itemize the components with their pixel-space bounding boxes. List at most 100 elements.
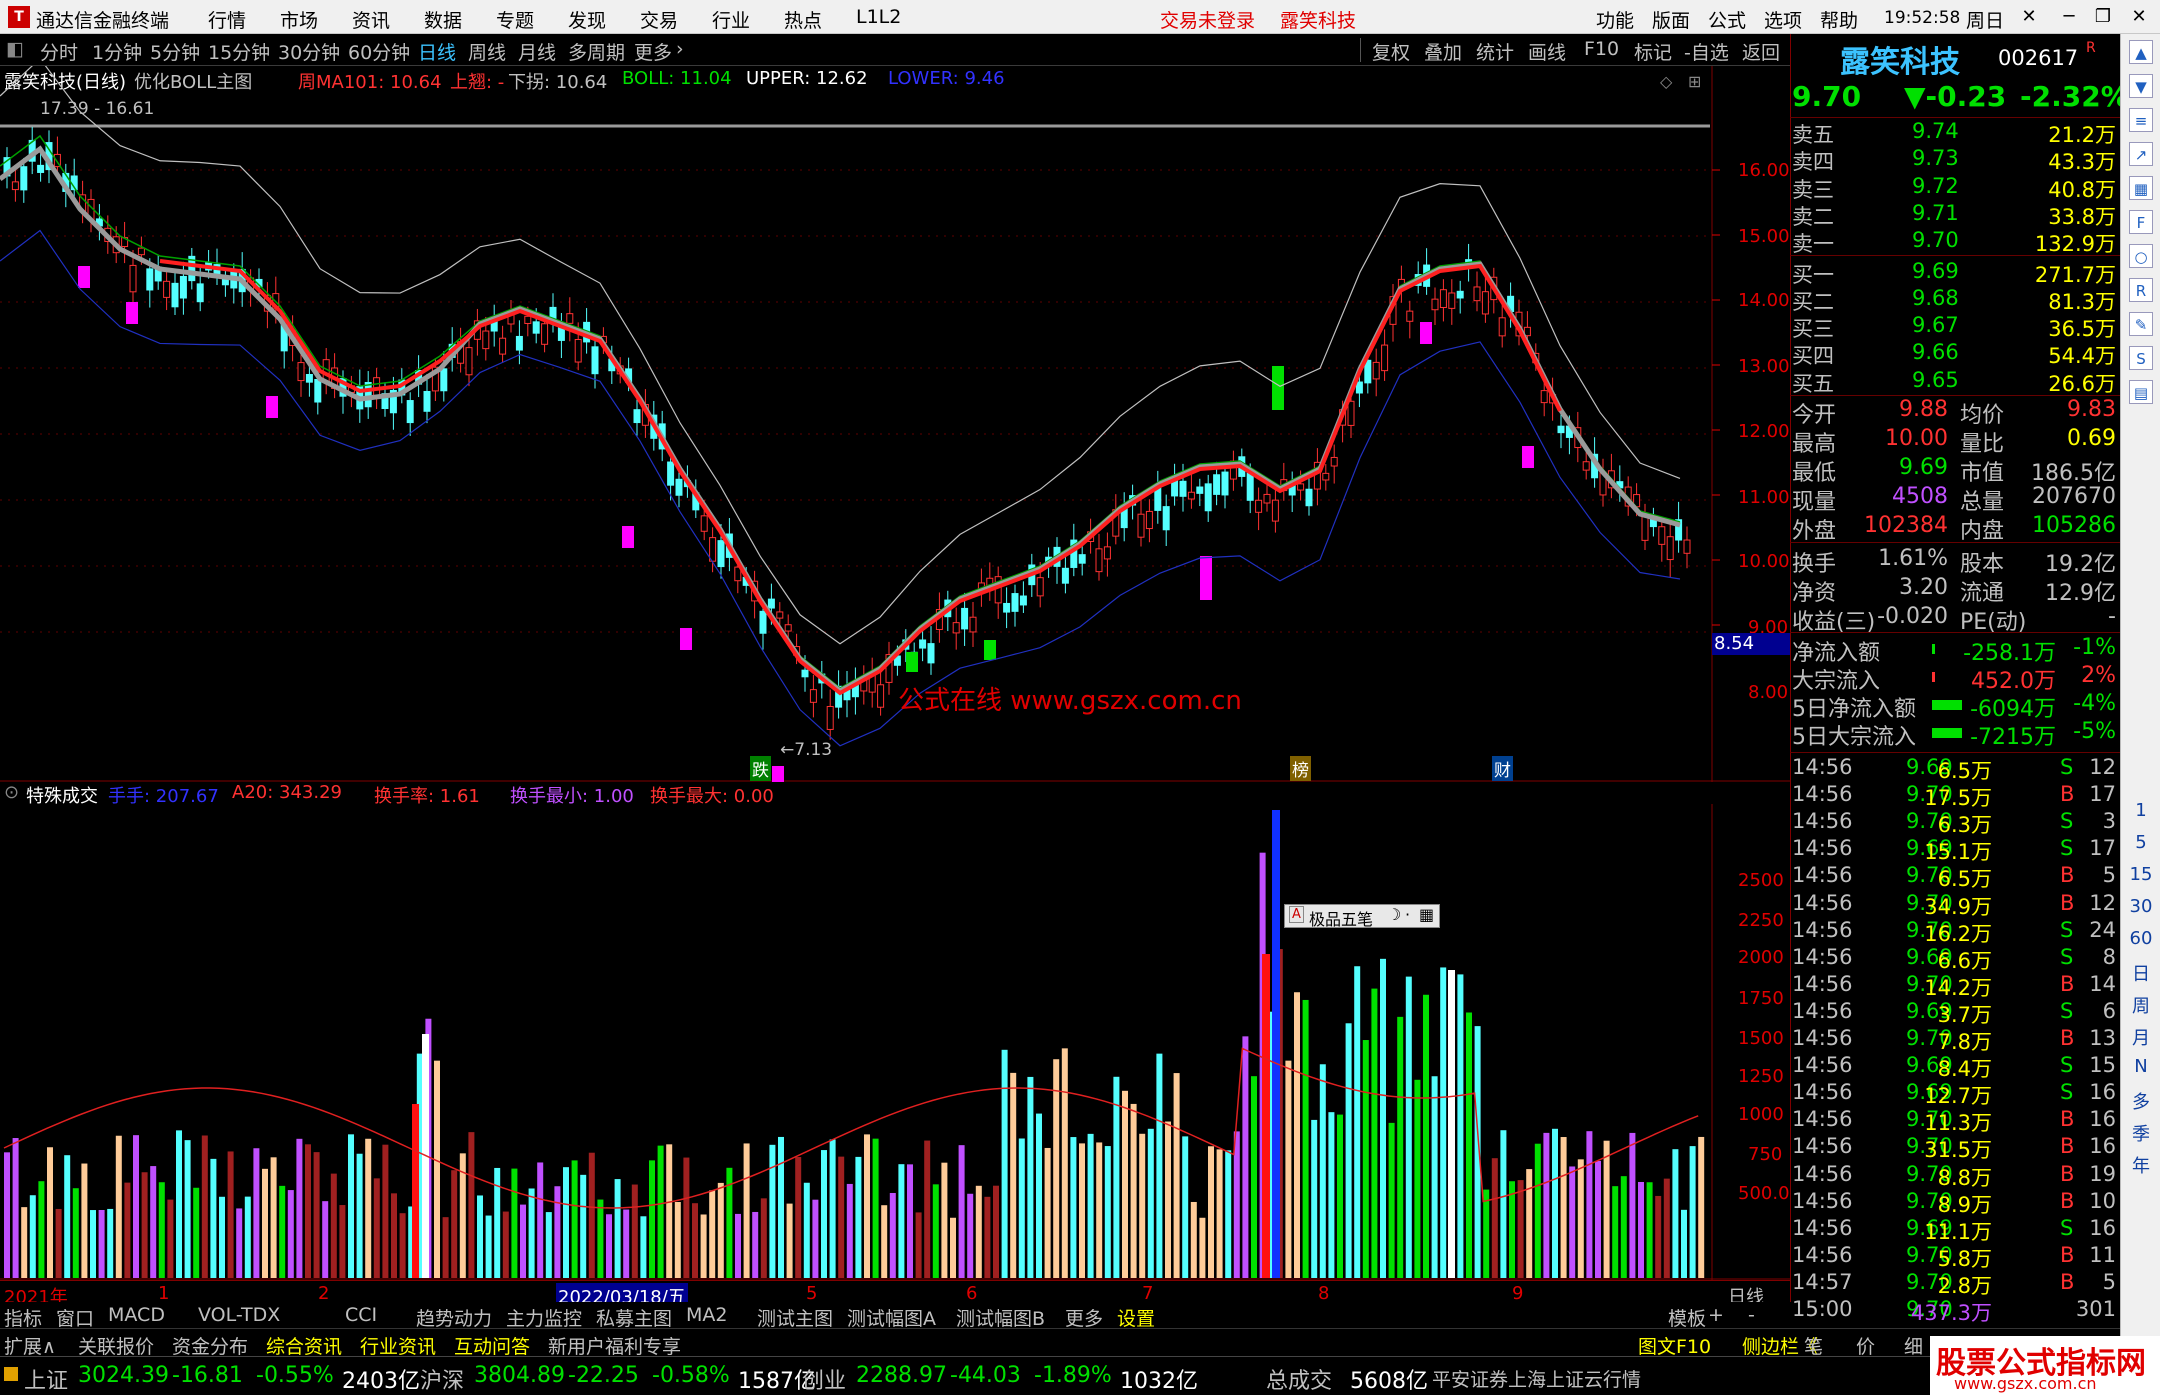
period-tab[interactable]: 多周期 — [568, 38, 625, 65]
period-tab[interactable]: 60分钟 — [348, 38, 410, 65]
period-tab-active[interactable]: 日线 — [418, 38, 456, 65]
bid-row[interactable]: 买五 9.65 26.6万 — [1790, 368, 2120, 396]
template-tab[interactable]: 模板 — [1668, 1304, 1706, 1331]
menu-item[interactable]: 行业 — [712, 6, 750, 33]
flow-row[interactable]: 大宗流入 452.0万 2% — [1790, 663, 2120, 694]
event-marker[interactable]: 跌 — [750, 756, 771, 781]
bottom-link[interactable]: 关联报价 — [78, 1332, 154, 1359]
ime-dot-icon[interactable]: · — [1405, 905, 1410, 924]
sidebar-period[interactable]: 15 — [2129, 864, 2153, 885]
panel-tab[interactable]: 价 — [1856, 1332, 1875, 1359]
arrow-down-icon[interactable]: ▼ — [2129, 74, 2153, 98]
period-tab[interactable]: 分时 — [40, 38, 78, 65]
template-tab[interactable]: + — [1708, 1304, 1724, 1326]
ask-row[interactable]: 卖五 9.74 21.2万 — [1790, 119, 2120, 147]
menu-item[interactable]: 资讯 — [352, 6, 390, 33]
sidebar-period[interactable]: 周 — [2129, 992, 2153, 1018]
menu-item[interactable]: 选项 — [1764, 6, 1802, 33]
sidebar-period[interactable]: 1 — [2129, 800, 2153, 821]
bid-row[interactable]: 买四 9.66 54.4万 — [1790, 340, 2120, 368]
sidebar-period[interactable]: 5 — [2129, 832, 2153, 853]
ask-row[interactable]: 卖四 9.73 43.3万 — [1790, 146, 2120, 174]
menu-item[interactable]: L1L2 — [856, 6, 901, 28]
template-tab[interactable]: - — [1748, 1304, 1755, 1326]
ime-moon-icon[interactable]: ☽ — [1387, 905, 1401, 924]
menu-item[interactable]: 市场 — [280, 6, 318, 33]
index-name[interactable]: 创业 — [802, 1363, 846, 1395]
action-button[interactable]: 复权 — [1372, 38, 1410, 65]
sidebar-period[interactable]: 月 — [2129, 1024, 2153, 1050]
panel-tab[interactable]: 笔 — [1804, 1332, 1823, 1359]
action-button[interactable]: 画线 — [1528, 38, 1566, 65]
sidebar-period[interactable]: 30 — [2129, 896, 2153, 917]
chart-diamond-icon[interactable]: ◇ — [1660, 72, 1672, 91]
menu-item[interactable]: 专题 — [496, 6, 534, 33]
indicator-tab[interactable]: 测试主图 — [757, 1304, 833, 1331]
action-button[interactable]: F10 — [1584, 38, 1619, 60]
bottom-link[interactable]: 扩展∧ — [4, 1332, 56, 1359]
indicator-tab[interactable]: 窗口 — [56, 1304, 94, 1331]
f10-icon[interactable]: F — [2129, 210, 2153, 234]
indicator-tab[interactable]: CCI — [345, 1304, 377, 1326]
market-status-icon[interactable] — [4, 1367, 18, 1381]
indicator-tab[interactable]: 测试幅图A — [847, 1304, 936, 1331]
event-marker[interactable]: 榜 — [1290, 756, 1311, 781]
minimize-icon[interactable]: ─ — [2056, 4, 2082, 30]
sidebar-period[interactable]: 60 — [2129, 928, 2153, 949]
close-small-icon[interactable]: ✕ — [2016, 4, 2042, 30]
bid-row[interactable]: 买一 9.69 271.7万 — [1790, 259, 2120, 287]
ime-mode-icon[interactable]: A — [1289, 906, 1304, 923]
bid-row[interactable]: 买三 9.67 36.5万 — [1790, 313, 2120, 341]
list-icon[interactable]: ≡ — [2129, 108, 2153, 132]
bottom-link[interactable]: 新用户福利专享 — [548, 1332, 681, 1359]
indicator-tab[interactable]: 私募主图 — [596, 1304, 672, 1331]
indicator-tab[interactable]: 更多 — [1065, 1304, 1103, 1331]
period-tab[interactable]: 周线 — [468, 38, 506, 65]
indicator-tab[interactable]: 主力监控 — [506, 1304, 582, 1331]
sidebar-period[interactable]: 多 — [2129, 1088, 2153, 1114]
bottom-link[interactable]: 资金分布 — [172, 1332, 248, 1359]
chart-settings-icon[interactable]: ⊞ — [1688, 72, 1701, 91]
period-tab[interactable]: 1分钟 — [92, 38, 142, 65]
bottom-link[interactable]: 综合资讯 — [266, 1332, 342, 1359]
bottom-link[interactable]: 行业资讯 — [360, 1332, 436, 1359]
sidebar-period[interactable]: 年 — [2129, 1152, 2153, 1178]
sidebar-period[interactable]: 日 — [2129, 960, 2153, 986]
period-tab-more[interactable]: 更多 — [634, 38, 672, 65]
action-button[interactable]: 叠加 — [1424, 38, 1462, 65]
indicator-tab[interactable]: 趋势动力 — [416, 1304, 492, 1331]
chevron-right-icon[interactable]: › — [676, 38, 684, 60]
action-button[interactable]: 统计 — [1476, 38, 1514, 65]
action-button[interactable]: -自选 — [1684, 38, 1729, 65]
brush-icon[interactable]: ✎ — [2129, 312, 2153, 336]
restore-icon[interactable]: ❐ — [2090, 4, 2116, 30]
menu-item[interactable]: 交易 — [640, 6, 678, 33]
main-price-chart[interactable] — [0, 66, 1790, 782]
circle-icon[interactable]: ○ — [2129, 244, 2153, 268]
indicator-tab[interactable]: 指标 — [4, 1304, 42, 1331]
arrow-up-icon[interactable]: ▲ — [2129, 40, 2153, 64]
ime-keyboard-icon[interactable]: ▦ — [1419, 905, 1434, 924]
ask-row[interactable]: 卖一 9.70 132.9万 — [1790, 228, 2120, 256]
grid-icon[interactable]: ▦ — [2129, 176, 2153, 200]
action-button[interactable]: 标记 — [1634, 38, 1672, 65]
period-tab[interactable]: 5分钟 — [150, 38, 200, 65]
bid-row[interactable]: 买二 9.68 81.3万 — [1790, 286, 2120, 314]
toolbar-toggle-icon[interactable]: ◧ — [6, 38, 24, 60]
panel-tab[interactable]: 图文F10 — [1638, 1332, 1711, 1359]
menu-item[interactable]: 行情 — [208, 6, 246, 33]
volume-chart[interactable] — [0, 804, 1790, 1280]
indicator-tab[interactable]: 测试幅图B — [956, 1304, 1045, 1331]
flow-row[interactable]: 净流入额 -258.1万 -1% — [1790, 635, 2120, 666]
action-button[interactable]: 返回 — [1742, 38, 1780, 65]
ask-row[interactable]: 卖二 9.71 33.8万 — [1790, 201, 2120, 229]
panel-tab[interactable]: 细 — [1904, 1332, 1923, 1359]
flow-row[interactable]: 5日大宗流入 -7215万 -5% — [1790, 719, 2120, 750]
close-icon[interactable]: ✕ — [2126, 4, 2152, 30]
menu-item[interactable]: 功能 — [1596, 6, 1634, 33]
indicator-tab[interactable]: VOL-TDX — [198, 1304, 280, 1326]
sidebar-period[interactable]: N — [2129, 1056, 2153, 1077]
event-marker[interactable]: 财 — [1492, 756, 1513, 781]
indicator-tab[interactable]: MA2 — [686, 1304, 727, 1326]
menu-item[interactable]: 发现 — [568, 6, 606, 33]
